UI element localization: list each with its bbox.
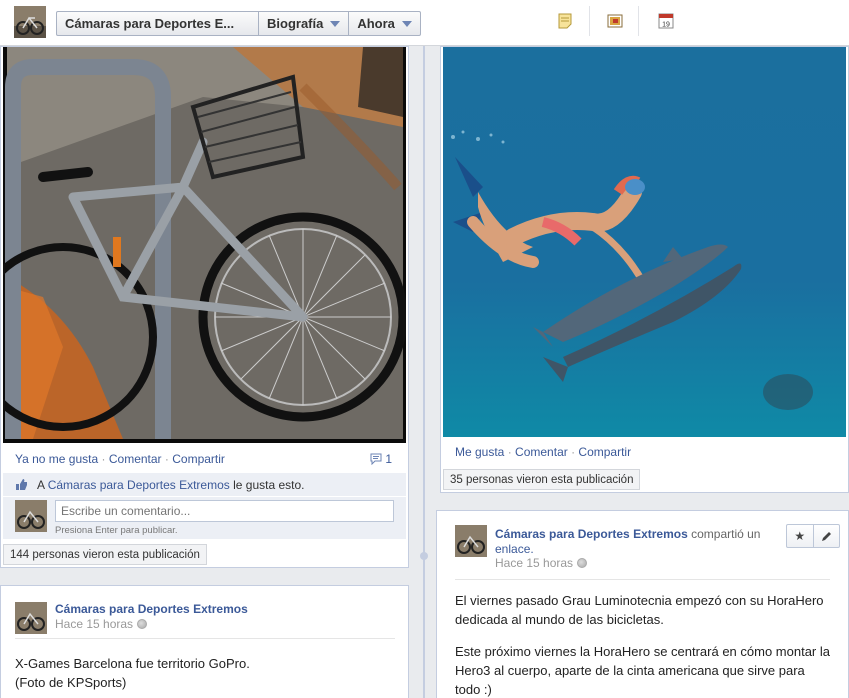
author-link[interactable]: Cámaras para Deportes Extremos xyxy=(495,527,688,541)
comment-link[interactable]: Comentar xyxy=(109,452,162,466)
likes-prefix: A xyxy=(37,478,45,492)
page-avatar[interactable] xyxy=(14,6,46,38)
chevron-down-icon xyxy=(330,20,341,27)
calendar-icon[interactable]: 19 xyxy=(658,13,674,29)
share-link[interactable]: Compartir xyxy=(578,445,631,459)
post-line-2: (Foto de KPSports) xyxy=(15,675,127,690)
divider xyxy=(638,6,639,36)
chevron-down-icon xyxy=(401,20,412,27)
liker-page-link[interactable]: Cámaras para Deportes Extremos xyxy=(48,478,230,492)
unlike-link[interactable]: Ya no me gusta xyxy=(15,452,98,466)
post-card-dolphins: Me gusta · Comentar · Compartir 35 perso… xyxy=(440,46,849,493)
divider xyxy=(455,579,830,580)
divider xyxy=(589,6,590,36)
now-label: Ahora xyxy=(357,16,395,31)
author-avatar[interactable] xyxy=(455,525,487,557)
comment-input[interactable] xyxy=(55,500,394,522)
likes-sentence: A Cámaras para Deportes Extremos le gust… xyxy=(37,478,305,492)
likes-row: A Cámaras para Deportes Extremos le gust… xyxy=(3,473,406,496)
comment-bubble-icon xyxy=(370,453,382,466)
post-actions: Me gusta · Comentar · Compartir xyxy=(455,445,632,459)
dolphin-photo[interactable] xyxy=(443,47,846,437)
post-card-bike: Ya no me gusta · Comentar · Compartir 1 … xyxy=(0,46,409,568)
now-dropdown[interactable]: Ahora xyxy=(349,12,420,35)
post-actions: Ya no me gusta · Comentar · Compartir xyxy=(15,452,225,466)
photo-icon[interactable] xyxy=(607,13,623,29)
post-card-shared-link: Cámaras para Deportes Extremos compartió… xyxy=(436,510,849,698)
post-views-count: 144 personas vieron esta publicación xyxy=(3,544,207,565)
comment-hint: Presiona Enter para publicar. xyxy=(55,525,178,536)
biography-dropdown[interactable]: Biografía xyxy=(259,12,350,35)
bike-image xyxy=(3,47,406,439)
pencil-icon[interactable] xyxy=(814,525,840,547)
bike-photo[interactable] xyxy=(3,47,406,443)
comment-count-value: 1 xyxy=(385,452,393,466)
link-link[interactable]: enlace. xyxy=(495,542,534,556)
calendar-day: 19 xyxy=(662,22,670,29)
status-update-icon[interactable] xyxy=(557,13,573,29)
comment-count[interactable]: 1 xyxy=(370,452,392,466)
divider xyxy=(15,638,395,639)
breadcrumb: Cámaras para Deportes E... Biografía Aho… xyxy=(56,11,421,36)
author-link[interactable]: Cámaras para Deportes Extremos xyxy=(55,602,248,616)
thumbs-up-icon xyxy=(16,479,27,490)
like-link[interactable]: Me gusta xyxy=(455,445,504,459)
globe-icon xyxy=(577,558,588,568)
post-tools: ★ xyxy=(786,524,840,548)
post-card-xgames: Cámaras para Deportes Extremos Hace 15 h… xyxy=(0,585,409,698)
post-timestamp-row: Hace 15 horas xyxy=(55,617,148,631)
globe-icon xyxy=(137,619,148,629)
post-time[interactable]: Hace 15 horas xyxy=(495,556,573,570)
page-name-label: Cámaras para Deportes E... xyxy=(65,16,235,31)
likes-suffix: le gusta esto. xyxy=(233,478,305,492)
post-line-1: X-Games Barcelona fue territorio GoPro. xyxy=(15,656,250,671)
post-header: Cámaras para Deportes Extremos compartió… xyxy=(495,527,795,557)
share-link[interactable]: Compartir xyxy=(172,452,225,466)
author-avatar[interactable] xyxy=(15,602,47,634)
biography-label: Biografía xyxy=(267,16,324,31)
post-header: Cámaras para Deportes Extremos xyxy=(55,602,248,616)
timeline-header-bar: Cámaras para Deportes E... Biografía Aho… xyxy=(0,0,849,46)
breadcrumb-page-name[interactable]: Cámaras para Deportes E... xyxy=(57,12,259,35)
shared-text: compartió un xyxy=(691,527,761,541)
comment-link[interactable]: Comentar xyxy=(515,445,568,459)
post-views-count: 35 personas vieron esta publicación xyxy=(443,469,641,490)
comment-composer: Presiona Enter para publicar. xyxy=(3,497,406,539)
post-paragraph-2: Este próximo viernes la HoraHero se cent… xyxy=(455,644,830,697)
post-paragraph-1: El viernes pasado Grau Luminotecnia empe… xyxy=(455,593,824,627)
star-icon[interactable]: ★ xyxy=(787,525,814,547)
dolphin-image xyxy=(443,47,846,437)
post-timestamp-row: Hace 15 horas xyxy=(495,556,588,570)
timeline-dot xyxy=(420,552,428,560)
post-time[interactable]: Hace 15 horas xyxy=(55,617,133,631)
timeline-spine xyxy=(423,46,425,698)
commenter-avatar xyxy=(15,500,47,532)
